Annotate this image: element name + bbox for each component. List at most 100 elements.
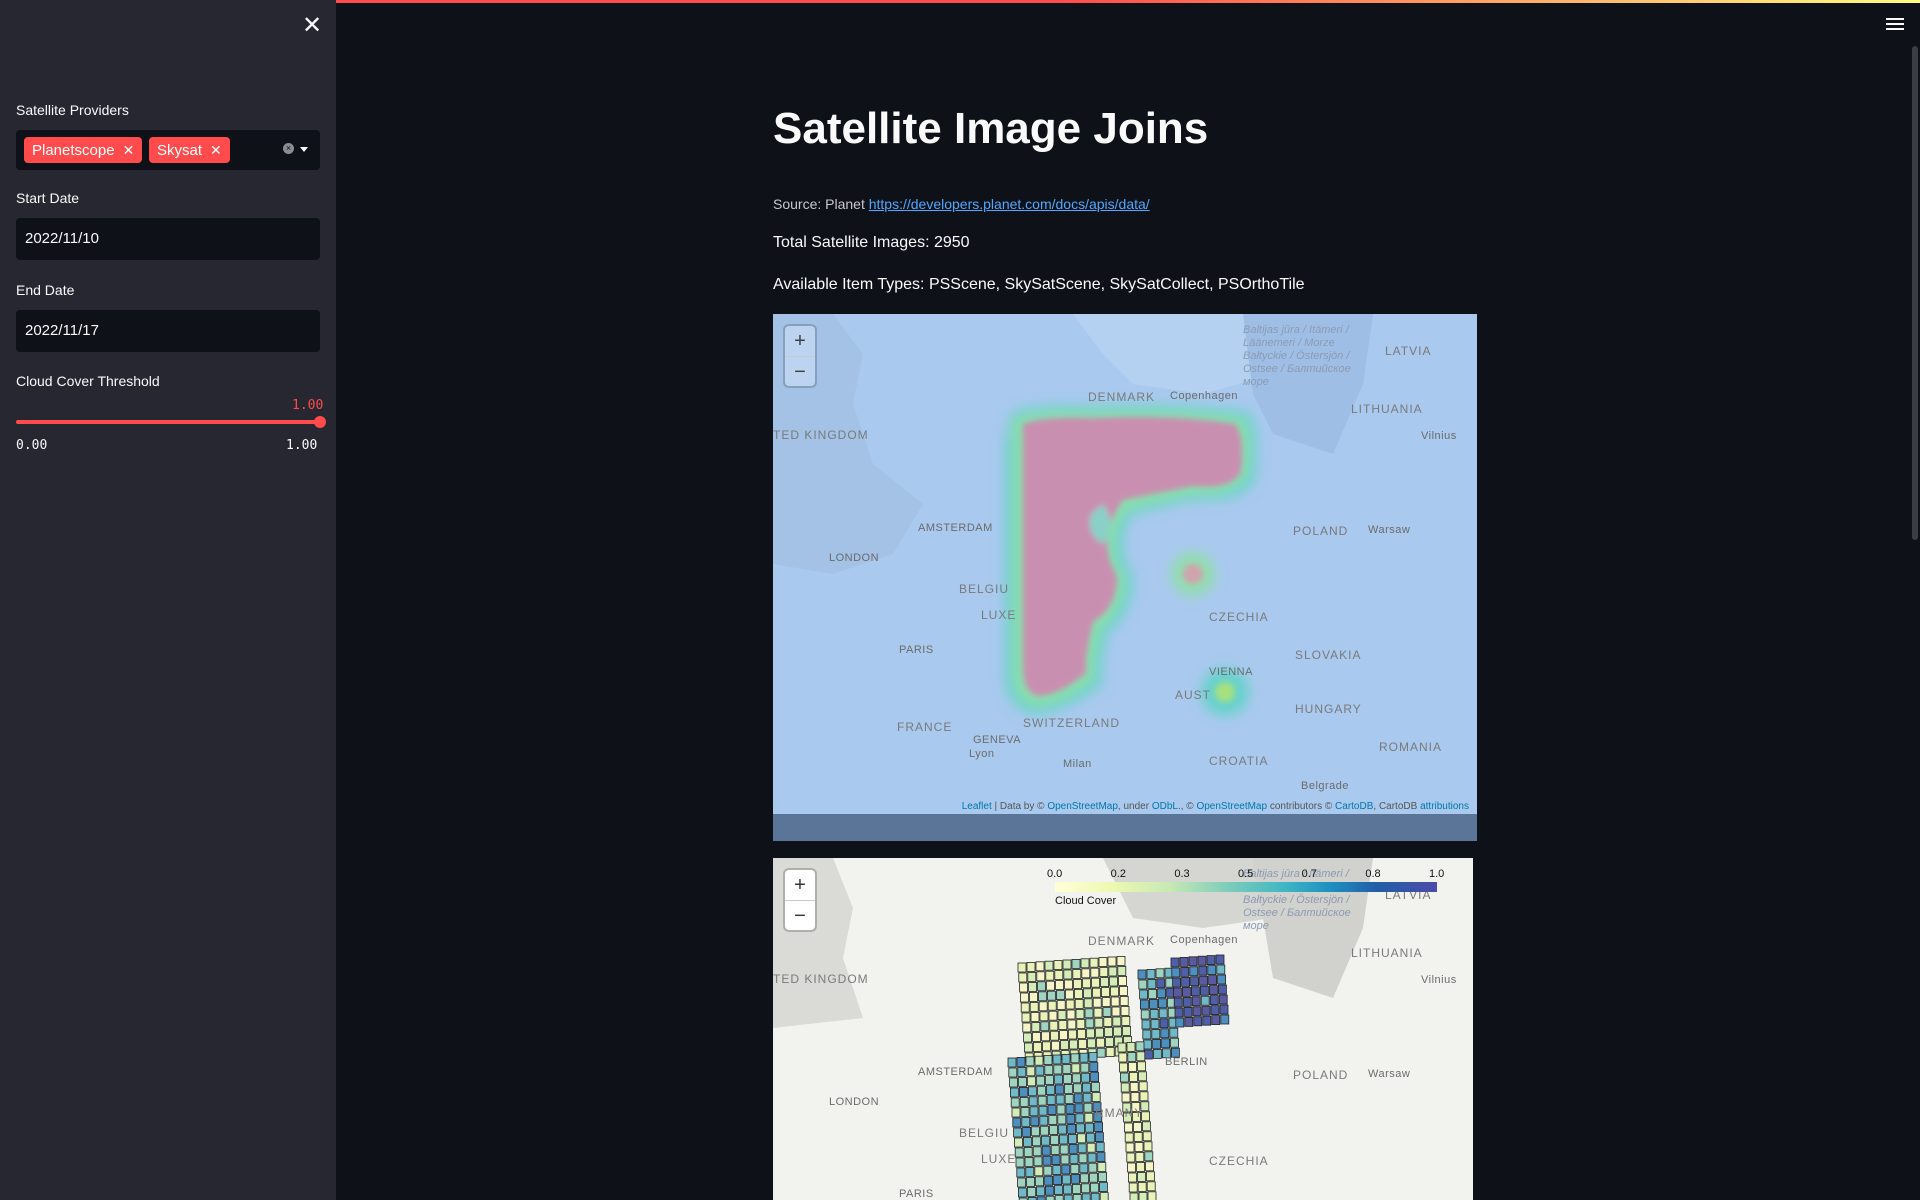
footprint-cell bbox=[1027, 1086, 1037, 1097]
footprint-cell bbox=[1050, 1030, 1060, 1041]
map-label-czechia: CZECHIA bbox=[1209, 610, 1269, 624]
footprint-cell bbox=[1109, 976, 1119, 987]
footprint-cell bbox=[1031, 1126, 1041, 1137]
footprint-cell bbox=[1138, 979, 1148, 990]
footprint-cell bbox=[1083, 998, 1093, 1009]
footprint-cell bbox=[1151, 1028, 1161, 1039]
provider-tag-skysat[interactable]: Skysat ✕ bbox=[149, 137, 230, 163]
footprint-cell bbox=[1014, 1147, 1024, 1158]
footprint-cell bbox=[1081, 968, 1091, 979]
footprint-cell bbox=[1052, 1165, 1062, 1176]
zoom-in-button[interactable]: + bbox=[785, 326, 815, 357]
footprint-cell bbox=[1090, 1072, 1100, 1083]
leaflet-link[interactable]: Leaflet bbox=[962, 801, 992, 812]
odbl-link[interactable]: ODbL bbox=[1152, 801, 1178, 812]
footprint-cell bbox=[1143, 1039, 1153, 1050]
cloud-cover-slider-thumb[interactable] bbox=[314, 416, 326, 428]
map-label-amsterdam: AMSTERDAM bbox=[918, 522, 993, 534]
footprint-cell bbox=[1034, 1055, 1044, 1066]
footprint-cell bbox=[1058, 1020, 1068, 1031]
footprint-cell bbox=[1179, 957, 1189, 967]
osm-link[interactable]: OpenStreetMap bbox=[1196, 801, 1267, 812]
clear-selection-icon[interactable]: × bbox=[283, 143, 294, 154]
zoom-in-button[interactable]: + bbox=[785, 870, 815, 901]
footprint-cell bbox=[1071, 959, 1081, 969]
provider-tag-label: Skysat bbox=[157, 142, 203, 159]
footprint-cell bbox=[1127, 1051, 1137, 1062]
footprint-cell bbox=[1039, 1115, 1049, 1126]
footprint-cell bbox=[1018, 1086, 1028, 1097]
start-date-input[interactable]: 2022/11/10 bbox=[16, 218, 320, 260]
footprint-cell bbox=[1063, 1073, 1073, 1084]
source-prefix: Source: Planet bbox=[773, 196, 865, 212]
zoom-out-button[interactable]: − bbox=[785, 901, 815, 931]
footprint-cell bbox=[1069, 1153, 1079, 1164]
legend-tick-label: 0.2 bbox=[1110, 868, 1126, 880]
footprint-cell bbox=[1085, 1132, 1095, 1143]
footprint-cell bbox=[1138, 1191, 1148, 1200]
provider-tag-planetscope[interactable]: Planetscope ✕ bbox=[24, 137, 143, 163]
footprint-cell bbox=[1008, 1067, 1018, 1078]
main-menu-icon[interactable] bbox=[1886, 18, 1904, 32]
source-link[interactable]: https://developers.planet.com/docs/apis/… bbox=[869, 196, 1150, 212]
heatmap-map[interactable]: TED KINGDOM DENMARK Copenhagen LATVIA LI… bbox=[773, 314, 1477, 841]
footprint-cell bbox=[1007, 1057, 1017, 1068]
footprint-cell bbox=[1036, 971, 1046, 982]
map-label-luxembourg: LUXE bbox=[981, 608, 1017, 622]
footprint-cell bbox=[1102, 1007, 1112, 1018]
footprint-cell bbox=[1044, 1185, 1054, 1196]
carto-link[interactable]: CartoDB bbox=[1335, 801, 1373, 812]
attributions-link[interactable]: attributions bbox=[1420, 801, 1469, 812]
footprint-cell bbox=[1138, 1081, 1148, 1092]
map-label-poland: POLAND bbox=[1293, 1068, 1349, 1082]
footprint-cell bbox=[1144, 1151, 1154, 1162]
footprint-cell bbox=[1137, 1071, 1147, 1082]
map-label-france: FRANCE bbox=[897, 720, 953, 734]
page-title: Satellite Image Joins bbox=[773, 104, 1209, 153]
footprint-cell bbox=[1028, 1096, 1038, 1107]
footprint-cell bbox=[1122, 1025, 1132, 1036]
zoom-out-button[interactable]: − bbox=[785, 357, 815, 387]
scrollbar[interactable] bbox=[1912, 46, 1918, 540]
end-date-input[interactable]: 2022/11/17 bbox=[16, 310, 320, 352]
footprint-cell bbox=[1128, 1182, 1138, 1193]
footprint-cell bbox=[1083, 1102, 1093, 1113]
footprint-cell bbox=[1037, 981, 1047, 992]
close-sidebar-icon[interactable]: ✕ bbox=[300, 14, 324, 38]
footprint-cell bbox=[1199, 985, 1209, 996]
footprint-cell bbox=[1019, 1096, 1029, 1107]
footprint-cell bbox=[1059, 1144, 1069, 1155]
footprint-cell bbox=[1035, 961, 1045, 972]
remove-tag-icon[interactable]: ✕ bbox=[210, 142, 222, 158]
map-label-baltic-sea: Baltijas jūra / Itämeri / Läänemeri / Mo… bbox=[1243, 324, 1351, 388]
providers-multiselect[interactable]: Planetscope ✕ Skysat ✕ × bbox=[16, 130, 320, 170]
footprint-cell bbox=[1031, 1021, 1041, 1032]
footprint-cell bbox=[1064, 1093, 1074, 1104]
footprint-cell bbox=[1044, 960, 1054, 971]
osm-link[interactable]: OpenStreetMap bbox=[1047, 801, 1118, 812]
footprint-cell bbox=[1086, 1038, 1096, 1049]
footprint-cell bbox=[1041, 1145, 1051, 1156]
map-tiles[interactable]: TED KINGDOM DENMARK Copenhagen LATVIA LI… bbox=[773, 314, 1477, 814]
chevron-down-icon[interactable] bbox=[300, 147, 308, 152]
footprint-cell bbox=[1074, 998, 1084, 1009]
cloud-cover-slider-track[interactable] bbox=[16, 420, 320, 424]
footprint-cell bbox=[1119, 1072, 1129, 1083]
footprint-cell bbox=[1071, 1183, 1081, 1194]
footprint-cell bbox=[1121, 1015, 1131, 1026]
footprint-map[interactable]: TED KINGDOM DENMARK Copenhagen LITHUANIA… bbox=[773, 858, 1473, 1200]
remove-tag-icon[interactable]: ✕ bbox=[123, 142, 135, 158]
providers-label: Satellite Providers bbox=[16, 102, 129, 118]
footprint-cell bbox=[1062, 1174, 1072, 1185]
footprint-cell bbox=[1025, 1166, 1035, 1177]
footprint-cell bbox=[1124, 1132, 1134, 1143]
footprint-cell bbox=[1089, 1172, 1099, 1183]
footprint-cell bbox=[1071, 1173, 1081, 1184]
map-label-croatia: CROATIA bbox=[1209, 754, 1269, 768]
footprint-cell bbox=[1076, 1123, 1086, 1134]
footprint-cell bbox=[1152, 1048, 1162, 1059]
footprint-cell bbox=[1128, 1061, 1138, 1072]
footprint-cell bbox=[1077, 1038, 1087, 1049]
footprint-cell bbox=[1120, 1082, 1130, 1093]
footprint-cell bbox=[1045, 1085, 1055, 1096]
